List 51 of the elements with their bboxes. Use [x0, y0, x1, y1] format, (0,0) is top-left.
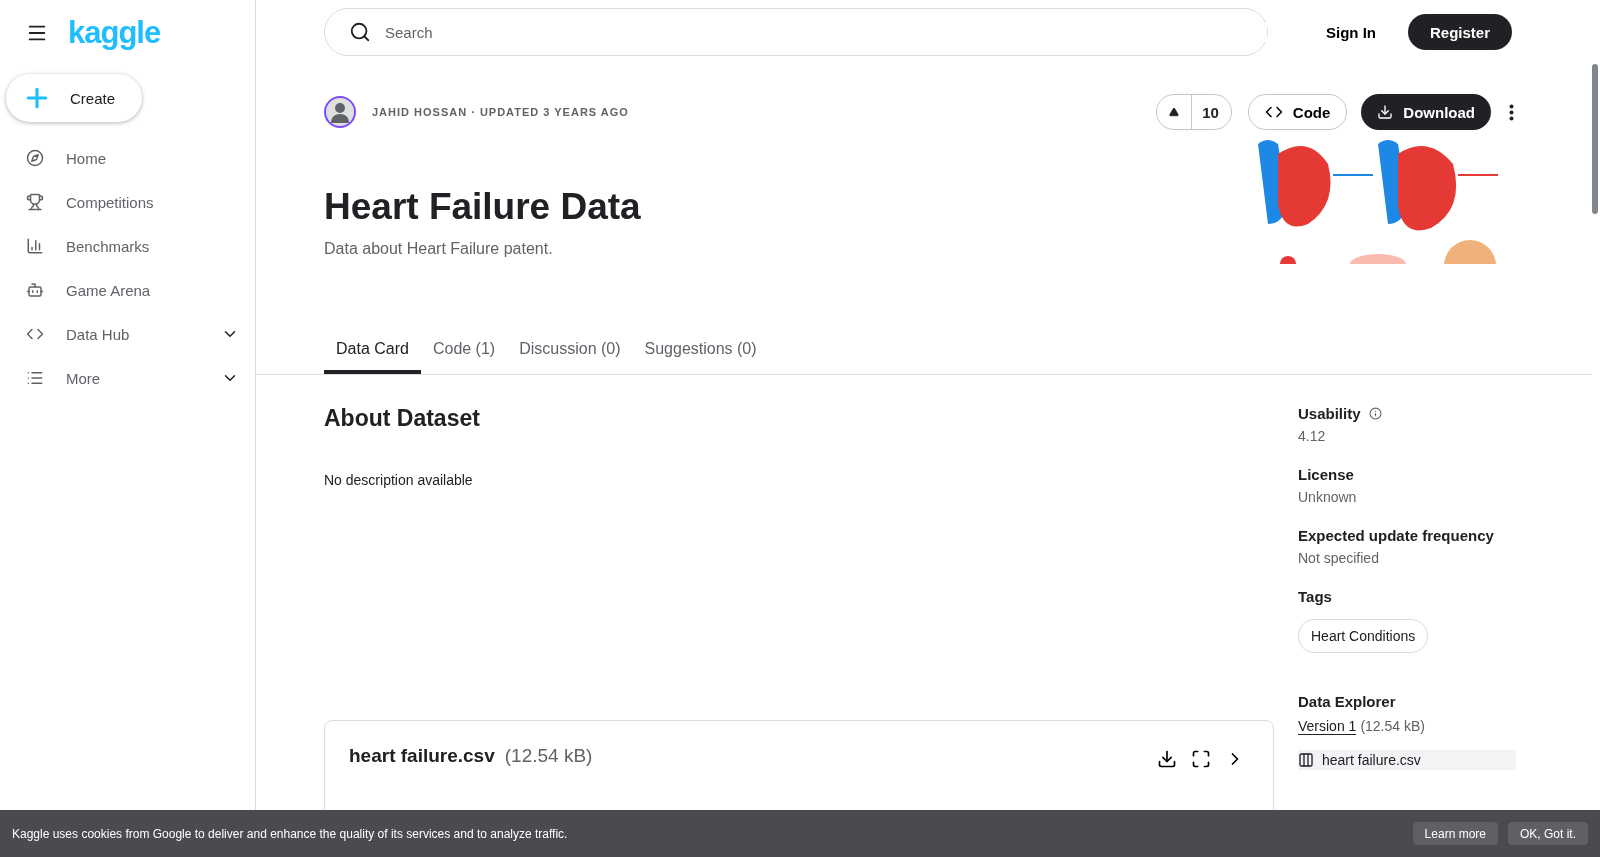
vertical-dots-icon	[1509, 103, 1514, 121]
trophy-icon	[26, 193, 44, 211]
sidebar-item[interactable]: Competitions	[6, 180, 255, 224]
file-tree-item[interactable]: heart failure.csv	[1298, 750, 1516, 770]
version-size: (12.54 kB)	[1360, 718, 1425, 734]
learn-more-button[interactable]: Learn more	[1412, 822, 1498, 845]
meta-label: Tags	[1298, 588, 1332, 605]
triangle-up-icon	[1169, 107, 1180, 117]
compass-icon	[26, 149, 44, 167]
tab[interactable]: Suggestions (0)	[632, 328, 769, 374]
ok-button[interactable]: OK, Got it.	[1508, 822, 1588, 845]
create-button[interactable]: Create	[6, 74, 142, 122]
tab[interactable]: Code (1)	[420, 328, 508, 374]
version-link[interactable]: Version 1	[1298, 718, 1357, 735]
bar-chart-icon	[26, 237, 44, 255]
meta-label: Expected update frequency	[1298, 527, 1494, 544]
code-button[interactable]: Code	[1247, 94, 1348, 130]
sign-in-button[interactable]: Sign In	[1314, 15, 1388, 49]
table-columns-icon	[1298, 752, 1314, 768]
description-text: No description available	[324, 472, 474, 488]
avatar[interactable]	[324, 96, 356, 128]
sidebar-item[interactable]: More	[6, 356, 255, 400]
download-button[interactable]: Download	[1361, 94, 1491, 130]
tab[interactable]: Data Card	[324, 328, 421, 374]
file-size: (12.54 kB)	[504, 745, 594, 767]
section-heading: About Dataset	[324, 405, 481, 432]
vote-count: 10	[1201, 103, 1220, 121]
meta-value: Unknown	[1298, 489, 1358, 505]
dataset-subtitle: Data about Heart Failure patent.	[324, 240, 554, 258]
search-icon	[349, 21, 371, 43]
list-icon	[26, 369, 44, 387]
tag-chip[interactable]: Heart Conditions	[1298, 619, 1429, 653]
info-icon[interactable]	[1368, 407, 1382, 420]
dataset-title: Heart Failure Data	[324, 186, 641, 228]
tab[interactable]: Discussion (0)	[507, 328, 633, 374]
cookie-message: Kaggle uses cookies from Google to deliver and enhance the quality of its services and to analyze traffic.	[12, 826, 569, 841]
sidebar-item[interactable]: Benchmarks	[6, 224, 255, 268]
meta-value: 4.12	[1298, 428, 1327, 444]
meta-value: Not specified	[1298, 550, 1380, 566]
sidebar-item[interactable]: Game Arena	[6, 268, 255, 312]
download-icon	[1377, 104, 1394, 120]
register-button[interactable]: Register	[1408, 14, 1513, 50]
meta-label: Data Explorer	[1298, 693, 1397, 710]
meta-label: License	[1298, 466, 1354, 483]
byline: JAHID HOSSAN · UPDATED 3 YEARS AGO	[372, 106, 630, 118]
sidebar-item[interactable]: Home	[6, 136, 255, 180]
scrollbar-thumb[interactable]	[1592, 64, 1598, 214]
sidebar-item[interactable]: Data Hub	[6, 312, 255, 356]
file-name: heart failure.csv	[349, 745, 495, 767]
robot-icon	[26, 281, 44, 299]
meta-label: Usability	[1298, 405, 1361, 422]
